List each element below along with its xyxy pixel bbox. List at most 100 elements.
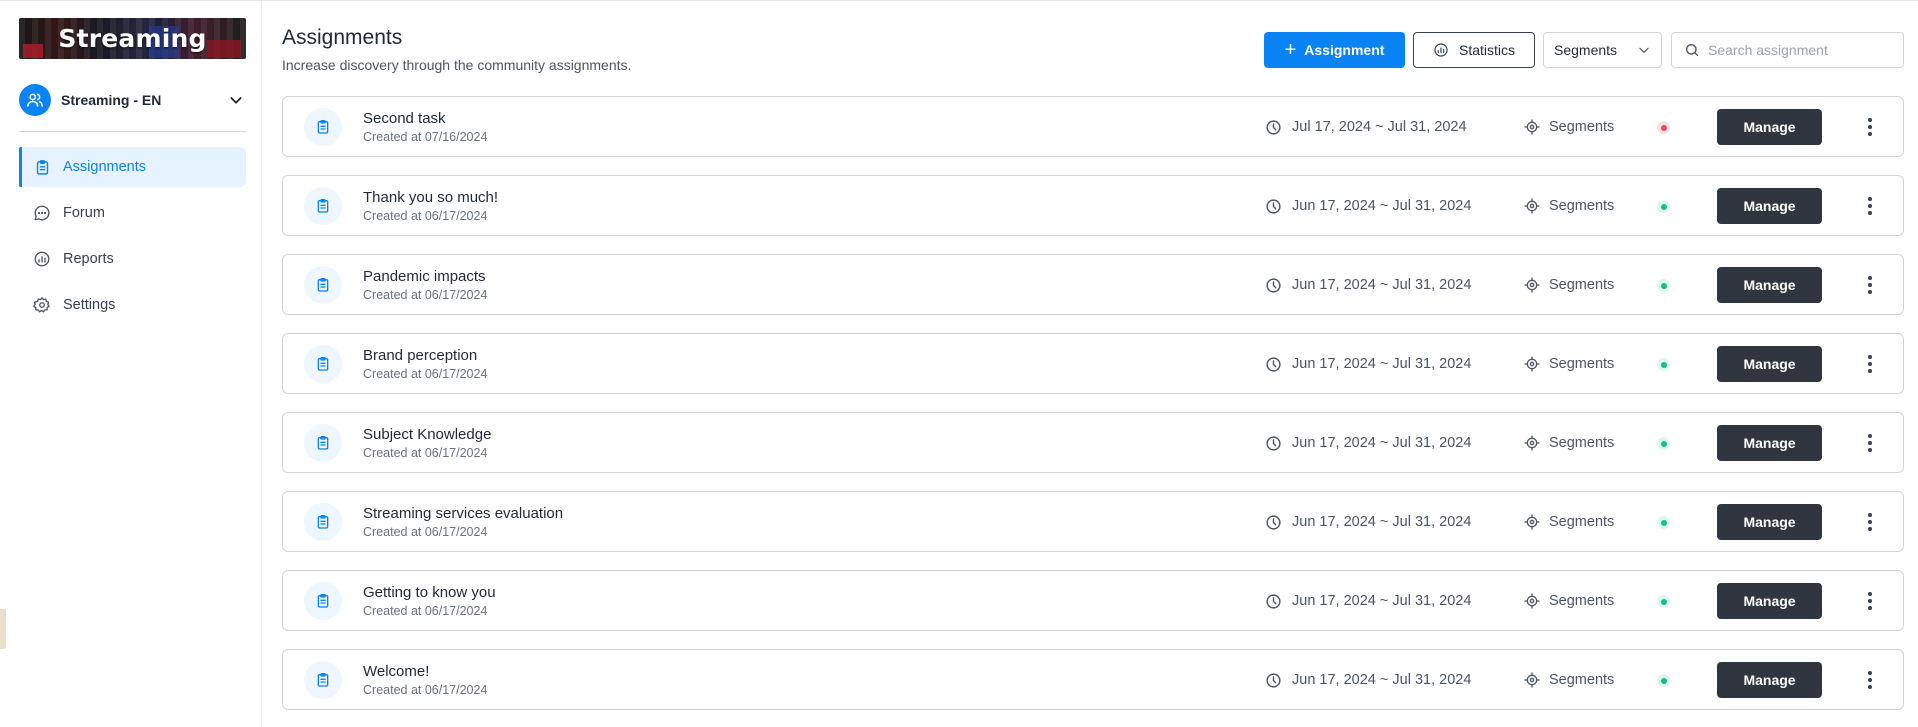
assignment-row[interactable]: Streaming services evaluation Created at… (282, 491, 1904, 552)
clipboard-icon (33, 158, 51, 176)
assignment-period-text: Jun 17, 2024 ~ Jul 31, 2024 (1292, 198, 1472, 214)
assignment-created-date: Created at 06/17/2024 (363, 209, 488, 223)
assignment-period: Jun 17, 2024 ~ Jul 31, 2024 (1265, 274, 1471, 296)
target-icon (1524, 356, 1540, 372)
assignment-period-text: Jun 17, 2024 ~ Jul 31, 2024 (1292, 356, 1472, 372)
search-box (1671, 32, 1904, 68)
assignment-segments[interactable]: Segments (1524, 353, 1614, 375)
clipboard-icon (304, 582, 342, 620)
clock-icon (1266, 514, 1281, 530)
more-options-icon[interactable] (1860, 192, 1880, 220)
assignment-period: Jun 17, 2024 ~ Jul 31, 2024 (1265, 669, 1471, 691)
community-logo[interactable]: Streaming (19, 18, 246, 59)
manage-button[interactable]: Manage (1717, 346, 1822, 382)
assignment-created-date: Created at 06/17/2024 (363, 446, 488, 460)
clipboard-icon (304, 424, 342, 462)
more-options-icon[interactable] (1860, 587, 1880, 615)
assignment-segments-label: Segments (1549, 356, 1615, 372)
more-options-icon[interactable] (1860, 429, 1880, 457)
status-dot (1657, 121, 1670, 134)
manage-button[interactable]: Manage (1717, 425, 1822, 461)
page-title: Assignments (282, 26, 403, 49)
assignment-segments[interactable]: Segments (1524, 590, 1614, 612)
assignment-name[interactable]: Streaming services evaluation (363, 505, 563, 522)
assignment-name[interactable]: Welcome! (363, 663, 429, 680)
gear-icon (33, 296, 51, 314)
assignment-row[interactable]: Second task Created at 07/16/2024 Jul 17… (282, 96, 1904, 157)
assignment-segments[interactable]: Segments (1524, 432, 1614, 454)
search-input[interactable] (1708, 42, 1898, 58)
manage-button[interactable]: Manage (1717, 504, 1822, 540)
chart-icon (1434, 43, 1448, 57)
assignment-row[interactable]: Thank you so much! Created at 06/17/2024… (282, 175, 1904, 236)
add-assignment-button[interactable]: + Assignment (1264, 32, 1405, 68)
status-dot (1657, 595, 1670, 608)
sidebar-item-label: Reports (63, 251, 114, 267)
assignment-created-date: Created at 06/17/2024 (363, 683, 488, 697)
community-switcher[interactable]: Streaming - EN (19, 83, 246, 117)
manage-button[interactable]: Manage (1717, 267, 1822, 303)
sidebar-item-reports[interactable]: Reports (19, 239, 246, 279)
target-icon (1524, 672, 1540, 688)
more-options-icon[interactable] (1860, 666, 1880, 694)
assignment-segments[interactable]: Segments (1524, 274, 1614, 296)
chat-bubble-icon (33, 204, 51, 222)
assignment-name[interactable]: Brand perception (363, 347, 477, 364)
logo-text: Streaming (58, 24, 207, 53)
assignment-row[interactable]: Subject Knowledge Created at 06/17/2024 … (282, 412, 1904, 473)
clock-icon (1266, 356, 1281, 372)
clipboard-icon (304, 108, 342, 146)
manage-button[interactable]: Manage (1717, 583, 1822, 619)
assignment-period: Jun 17, 2024 ~ Jul 31, 2024 (1265, 511, 1471, 533)
assignment-created-date: Created at 06/17/2024 (363, 525, 488, 539)
clock-icon (1266, 198, 1281, 214)
segments-select[interactable]: Segments (1543, 32, 1662, 68)
status-dot (1657, 358, 1670, 371)
clipboard-icon (304, 345, 342, 383)
sidebar-item-forum[interactable]: Forum (19, 193, 246, 233)
more-options-icon[interactable] (1860, 113, 1880, 141)
assignment-name[interactable]: Subject Knowledge (363, 426, 491, 443)
assignment-name[interactable]: Getting to know you (363, 584, 496, 601)
add-assignment-label: Assignment (1304, 42, 1385, 58)
assignment-row[interactable]: Getting to know you Created at 06/17/202… (282, 570, 1904, 631)
target-icon (1524, 514, 1540, 530)
search-icon (1686, 44, 1698, 56)
assignment-created-date: Created at 06/17/2024 (363, 367, 488, 381)
edge-decoration (0, 609, 6, 649)
assignment-segments[interactable]: Segments (1524, 195, 1614, 217)
more-options-icon[interactable] (1860, 271, 1880, 299)
sidebar-item-assignments[interactable]: Assignments (19, 147, 246, 187)
more-options-icon[interactable] (1860, 350, 1880, 378)
statistics-button[interactable]: Statistics (1413, 32, 1535, 68)
community-name: Streaming - EN (61, 92, 162, 108)
assignment-row[interactable]: Brand perception Created at 06/17/2024 J… (282, 333, 1904, 394)
manage-button[interactable]: Manage (1717, 188, 1822, 224)
assignment-period-text: Jul 17, 2024 ~ Jul 31, 2024 (1292, 119, 1467, 135)
target-icon (1524, 119, 1540, 135)
assignment-row[interactable]: Welcome! Created at 06/17/2024 Jun 17, 2… (282, 649, 1904, 710)
sidebar-item-settings[interactable]: Settings (19, 285, 246, 325)
assignment-name[interactable]: Thank you so much! (363, 189, 498, 206)
more-options-icon[interactable] (1860, 508, 1880, 536)
assignment-segments[interactable]: Segments (1524, 116, 1614, 138)
chevron-down-icon (1639, 47, 1649, 53)
clipboard-icon (304, 503, 342, 541)
assignment-segments-label: Segments (1549, 672, 1615, 688)
assignment-period-text: Jun 17, 2024 ~ Jul 31, 2024 (1292, 593, 1472, 609)
assignment-segments[interactable]: Segments (1524, 669, 1614, 691)
page-subtitle: Increase discovery through the community… (282, 57, 632, 73)
assignment-segments-label: Segments (1549, 435, 1615, 451)
assignment-name[interactable]: Second task (363, 110, 446, 127)
assignment-row[interactable]: Pandemic impacts Created at 06/17/2024 J… (282, 254, 1904, 315)
assignment-segments[interactable]: Segments (1524, 511, 1614, 533)
status-dot (1657, 279, 1670, 292)
assignment-name[interactable]: Pandemic impacts (363, 268, 486, 285)
sidebar: Streaming Streaming - EN Assignments For… (0, 1, 262, 727)
status-dot (1657, 516, 1670, 529)
manage-button[interactable]: Manage (1717, 109, 1822, 145)
manage-button[interactable]: Manage (1717, 662, 1822, 698)
sidebar-item-label: Assignments (63, 159, 147, 175)
assignment-period: Jun 17, 2024 ~ Jul 31, 2024 (1265, 432, 1471, 454)
assignment-created-date: Created at 06/17/2024 (363, 604, 488, 618)
